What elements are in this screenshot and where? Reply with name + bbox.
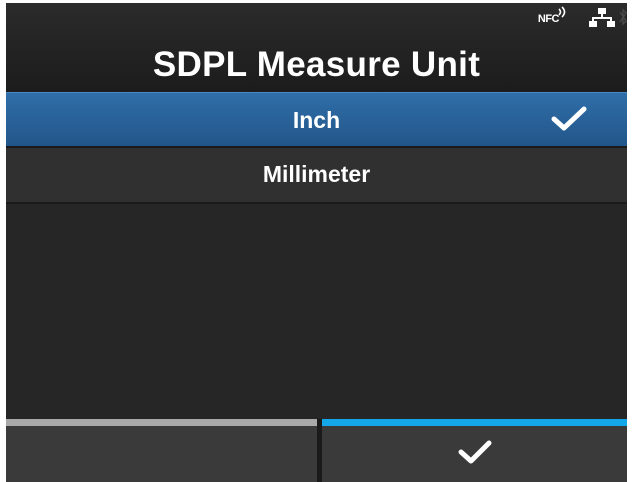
checkmark-icon xyxy=(551,106,587,131)
softkey-bar xyxy=(6,419,627,482)
lan-icon xyxy=(589,8,615,27)
page-title: SDPL Measure Unit xyxy=(152,45,481,84)
option-millimeter[interactable]: Millimeter xyxy=(6,148,627,204)
printer-screen: SDPL Measure Unit NFC Inch Millimeter xyxy=(6,3,627,482)
option-label: Inch xyxy=(292,107,341,133)
nfc-icon: NFC xyxy=(537,13,560,25)
softkey-confirm-button[interactable] xyxy=(322,419,627,482)
softkey-left[interactable] xyxy=(6,419,317,482)
bluetooth-icon xyxy=(619,7,627,27)
checkmark-icon xyxy=(458,440,491,464)
title-bar: SDPL Measure Unit NFC xyxy=(6,3,627,92)
option-label: Millimeter xyxy=(262,161,371,187)
option-list: Inch Millimeter xyxy=(6,92,627,204)
option-inch[interactable]: Inch xyxy=(6,92,627,148)
nfc-signal-icon xyxy=(558,6,566,18)
